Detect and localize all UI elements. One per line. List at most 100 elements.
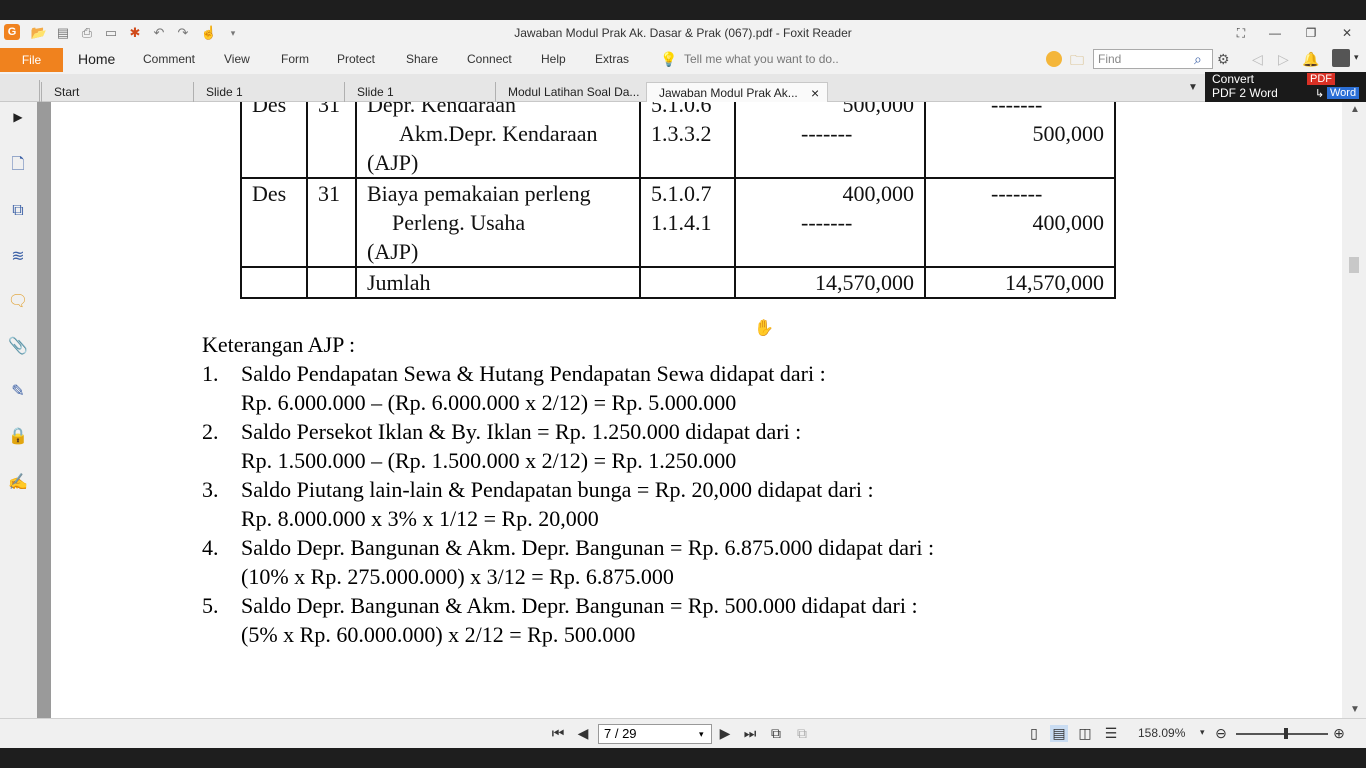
next-result-icon[interactable]: ▷ [1278, 51, 1289, 68]
settings-gear-icon[interactable]: ⚙ [1217, 51, 1230, 68]
vertical-scrollbar[interactable]: ▲ ▼ [1342, 102, 1366, 718]
ref-credit: 1.1.4.1 [651, 210, 712, 235]
item-line1: Saldo Piutang lain-lain & Pendapatan bun… [241, 477, 874, 502]
ref-cell: 5.1.0.7 1.1.4.1 [639, 177, 736, 268]
search-icon[interactable]: ⌕ [1194, 51, 1202, 68]
favorite-icon[interactable] [1046, 51, 1062, 67]
single-page-icon[interactable]: ▯ [1025, 725, 1043, 742]
account-credit: Perleng. Usaha [392, 210, 526, 235]
convert-pdf-to-word-banner[interactable]: Convert PDF 2 Word PDF ↳ Word [1205, 72, 1366, 102]
list-item: 2. Saldo Persekot Iklan & By. Iklan = Rp… [202, 417, 934, 475]
item-line2: (5% x Rp. 60.000.000) x 2/12 = Rp. 500.0… [241, 622, 636, 647]
notification-bell-icon[interactable]: 🔔 [1302, 51, 1319, 68]
day-cell: 31 [306, 102, 357, 179]
expand-panel-icon[interactable]: ▶ [7, 106, 29, 128]
menu-view[interactable]: View [224, 52, 250, 66]
month: Des [252, 181, 287, 206]
page-number-input[interactable]: 7 / 29 ▾ [598, 724, 712, 744]
top-strip [0, 0, 1366, 20]
attachment-icon[interactable]: 📎 [7, 336, 29, 358]
file-menu-button[interactable]: File [0, 48, 63, 72]
ref-cell: 5.1.0.6 1.3.3.2 [639, 102, 736, 179]
previous-result-icon[interactable]: ◁ [1252, 51, 1263, 68]
debit-value: 500,000 [842, 102, 915, 117]
continuous-facing-icon[interactable]: ☰ [1102, 725, 1120, 742]
entry-type: (AJP) [367, 150, 419, 175]
word-badge: Word [1327, 87, 1360, 99]
tab-close-icon[interactable]: × [811, 83, 819, 103]
zoom-slider[interactable] [1236, 733, 1328, 735]
layers-icon[interactable]: ≋ [7, 246, 29, 268]
item-number: 3. [202, 477, 219, 502]
panel-splitter[interactable] [37, 102, 51, 718]
convert-line2: PDF 2 Word [1212, 86, 1278, 100]
zoom-out-icon[interactable]: ⊖ [1212, 725, 1230, 742]
chevron-down-icon[interactable]: ▾ [1354, 52, 1359, 63]
facing-pages-icon[interactable]: ◫ [1076, 725, 1094, 742]
bookmark-icon[interactable]: 🗋 [7, 154, 29, 176]
zoom-slider-thumb[interactable] [1284, 728, 1288, 739]
item-line2: Rp. 8.000.000 x 3% x 1/12 = Rp. 20,000 [241, 506, 599, 531]
tell-me-input[interactable]: Tell me what you want to do.. [684, 52, 839, 66]
last-page-icon[interactable]: ⏭ [741, 725, 759, 742]
tab-start[interactable]: Start [41, 82, 196, 102]
previous-page-icon[interactable]: ◀ [574, 725, 592, 742]
pages-icon[interactable]: ⧉ [7, 200, 29, 222]
lightbulb-icon: 💡 [660, 51, 678, 67]
ribbon-menu: File Home Comment View Form Protect Shar… [0, 46, 1366, 74]
certify-icon[interactable]: ✍ [7, 472, 29, 494]
item-line1: Saldo Depr. Bangunan & Akm. Depr. Bangun… [241, 535, 935, 560]
previous-view-icon[interactable]: ⧉ [767, 725, 785, 742]
scroll-up-icon[interactable]: ▲ [1350, 104, 1360, 115]
debit-value: 400,000 [842, 181, 915, 206]
account-debit: Depr. Kendaraan [367, 102, 517, 117]
item-number: 4. [202, 535, 219, 560]
list-item: 4. Saldo Depr. Bangunan & Akm. Depr. Ban… [202, 533, 934, 591]
menu-share[interactable]: Share [406, 52, 438, 66]
item-line2: (10% x Rp. 275.000.000) x 3/12 = Rp. 6.8… [241, 564, 674, 589]
status-bar: ⏮ ◀ 7 / 29 ▾ ▶ ⏭ ⧉ ⧉ ▯ ▤ ◫ ☰ 158.09% ▾ ⊖… [0, 718, 1366, 748]
tab-modul-latihan[interactable]: Modul Latihan Soal Da... [495, 82, 645, 102]
next-view-icon[interactable]: ⧉ [793, 725, 811, 742]
tab-slide-1-a[interactable]: Slide 1 [193, 82, 343, 102]
first-page-icon[interactable]: ⏮ [549, 725, 567, 742]
zoom-level[interactable]: 158.09% [1138, 726, 1185, 740]
menu-protect[interactable]: Protect [337, 52, 375, 66]
menu-help[interactable]: Help [541, 52, 566, 66]
restore-button[interactable]: ❐ [1296, 24, 1326, 42]
tab-list-dropdown-icon[interactable]: ▼ [1188, 82, 1198, 93]
debit-dash: ------- [801, 121, 853, 146]
scroll-thumb[interactable] [1349, 257, 1359, 273]
zoom-dropdown-icon[interactable]: ▾ [1200, 727, 1205, 738]
menu-connect[interactable]: Connect [467, 52, 512, 66]
zoom-in-icon[interactable]: ⊕ [1330, 725, 1348, 742]
chevron-down-icon[interactable]: ▾ [699, 725, 704, 743]
next-page-icon[interactable]: ▶ [716, 725, 734, 742]
close-button[interactable]: ✕ [1332, 24, 1362, 42]
table-row: Des 31 Biaya pemakaian perleng Perleng. … [240, 177, 1116, 268]
table-row: Des 31 Depr. Kendaraan Akm.Depr. Kendara… [240, 102, 1116, 179]
total-debit: 14,570,000 [734, 266, 926, 299]
tab-slide-1-b[interactable]: Slide 1 [344, 82, 494, 102]
list-item: 3. Saldo Piutang lain-lain & Pendapatan … [202, 475, 934, 533]
menu-comment[interactable]: Comment [143, 52, 195, 66]
lock-icon[interactable]: 🔒 [7, 426, 29, 448]
menu-extras[interactable]: Extras [595, 52, 629, 66]
tab-jawaban-modul[interactable]: Jawaban Modul Prak Ak... × [646, 82, 828, 102]
user-avatar[interactable] [1332, 49, 1350, 67]
signature-icon[interactable]: ✎ [7, 381, 29, 403]
fullscreen-icon[interactable]: ⛶ [1226, 24, 1256, 42]
menu-form[interactable]: Form [281, 52, 309, 66]
item-number: 5. [202, 593, 219, 618]
minimize-button[interactable]: — [1260, 24, 1290, 42]
ref-debit: 5.1.0.6 [651, 102, 712, 117]
folder-search-icon[interactable]: 🗀 [1070, 50, 1084, 74]
continuous-page-icon[interactable]: ▤ [1050, 725, 1068, 742]
menu-home[interactable]: Home [78, 51, 115, 67]
debit-cell: 500,000 ------- [734, 102, 926, 179]
adjusting-journal-table: Des 31 Depr. Kendaraan Akm.Depr. Kendara… [240, 102, 1116, 299]
comments-icon[interactable]: 🗨 [7, 291, 29, 313]
page-number-value: 7 / 29 [604, 726, 637, 741]
credit-value: 500,000 [1032, 121, 1105, 146]
scroll-down-icon[interactable]: ▼ [1350, 704, 1360, 715]
